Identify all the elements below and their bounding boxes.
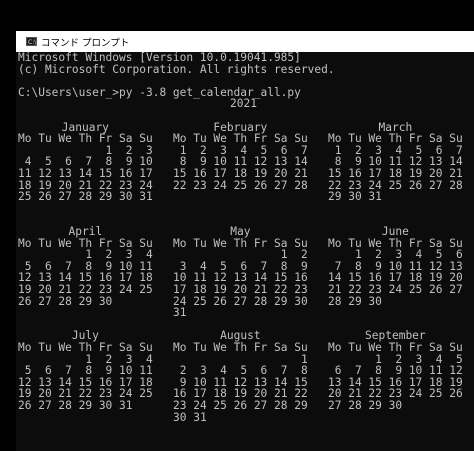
weekday-header: Mo Tu We Th Fr Sa Su [18,340,153,354]
console-output[interactable]: Microsoft Windows [Version 10.0.19041.98… [18,52,474,451]
week-line: 6 7 8 9 10 11 12 [328,364,463,378]
weekday-header: Mo Tu We Th Fr Sa Su [173,340,308,354]
month-title: May [230,224,251,238]
week-line: 5 6 7 8 9 10 11 [18,364,153,378]
weekday-header: Mo Tu We Th Fr Sa Su [18,132,153,146]
week-line: 1 2 3 4 5 6 [328,248,463,262]
week-line: 29 30 31 [328,190,382,204]
calendar-month-row: January Mo Tu We Th Fr Sa Su 1 2 3 4 5 6 … [18,121,474,215]
week-line [18,412,153,424]
calendar-month: March Mo Tu We Th Fr Sa Su 1 2 3 4 5 6 7 … [328,121,463,215]
week-line: 2 3 4 5 6 7 8 [173,364,308,378]
window-title: コマンド プロンプト [41,37,130,49]
cmd-icon: C:\ [26,37,37,46]
week-line [328,307,463,319]
week-line: 17 18 19 20 21 22 23 [173,282,308,296]
week-line: 27 28 29 30 [328,398,403,412]
week-line: 26 27 28 29 30 [18,294,113,308]
week-line: 15 16 17 18 19 20 21 [328,166,463,180]
week-line: 24 25 26 27 28 29 30 [173,294,308,308]
week-line: 15 16 17 18 19 20 21 [173,166,308,180]
week-line: 25 26 27 28 29 30 31 [18,190,153,204]
calendar-month: February Mo Tu We Th Fr Sa Su 1 2 3 4 5 6… [173,121,308,215]
week-line: 23 24 25 26 27 28 29 [173,398,308,412]
calendar-month: January Mo Tu We Th Fr Sa Su 1 2 3 4 5 6 … [18,121,153,215]
week-line: 11 12 13 14 15 16 17 [18,166,153,180]
week-line [18,307,153,319]
week-line: 21 22 23 24 25 26 27 [328,282,463,296]
week-line [173,203,308,215]
calendar-year: 2021 [230,97,257,111]
weekday-header: Mo Tu We Th Fr Sa Su [328,340,463,354]
calendar-month-row: April Mo Tu We Th Fr Sa Su 1 2 3 4 5 6 7 … [18,226,474,319]
week-line: 19 20 21 22 23 24 25 [18,282,153,296]
week-line: 28 29 30 [328,294,382,308]
calendar-month: July Mo Tu We Th Fr Sa Su 1 2 3 4 5 6 7 8… [18,330,153,423]
week-line [328,412,463,424]
command-prompt-window: C:\ コマンド プロンプト Microsoft Windows [Versio… [16,31,474,451]
calendar-month: August Mo Tu We Th Fr Sa Su 1 2 3 4 5 6 7… [173,330,308,423]
week-line: 31 [173,306,187,320]
week-line: 22 23 24 25 26 27 28 [173,178,308,192]
calendar-month: April Mo Tu We Th Fr Sa Su 1 2 3 4 5 6 7 … [18,226,153,319]
console-line: (c) Microsoft Corporation. All rights re… [18,62,335,76]
calendar-month-row: July Mo Tu We Th Fr Sa Su 1 2 3 4 5 6 7 8… [18,330,474,423]
week-line: 30 31 [173,410,207,424]
week-line [173,191,308,203]
week-line: 26 27 28 29 30 31 [18,398,133,412]
calendar-month: September Mo Tu We Th Fr Sa Su 1 2 3 4 5 … [328,330,463,423]
calendar-month: May Mo Tu We Th Fr Sa Su 1 2 3 4 5 6 7 8 … [173,226,308,319]
weekday-header: Mo Tu We Th Fr Sa Su [173,132,308,146]
calendar-grid: January Mo Tu We Th Fr Sa Su 1 2 3 4 5 6 … [18,121,474,424]
month-title: June [381,224,409,238]
week-line: 1 2 [173,248,308,262]
month-title: April [68,224,103,238]
title-bar[interactable]: C:\ コマンド プロンプト [16,31,474,52]
calendar-month: June Mo Tu We Th Fr Sa Su 1 2 3 4 5 6 7 8… [328,226,463,319]
week-line [18,203,153,215]
week-line [328,203,463,215]
weekday-header: Mo Tu We Th Fr Sa Su [328,132,463,146]
console-line: Microsoft Windows [Version 10.0.19041.98… [18,51,301,64]
week-line: 1 2 3 4 [18,248,153,262]
